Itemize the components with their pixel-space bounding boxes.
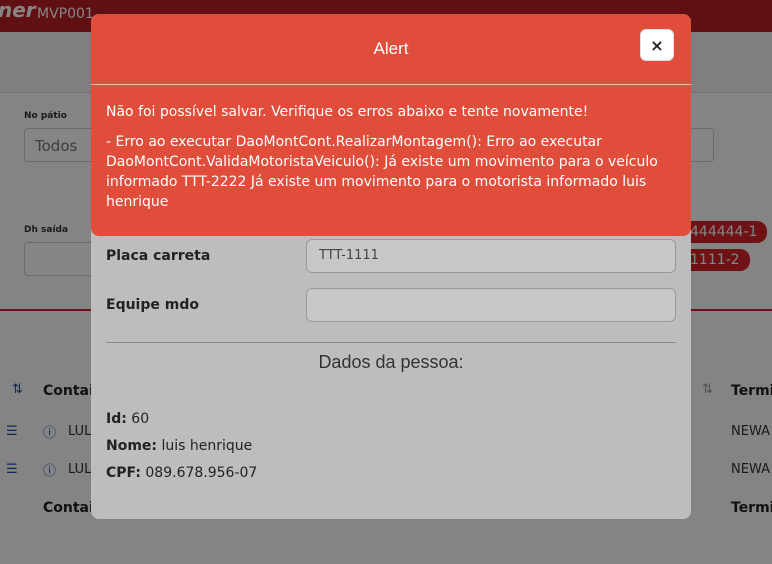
alert-title: Alert [373, 39, 409, 58]
close-icon: × [650, 35, 664, 55]
alert-divider [91, 84, 691, 85]
section-title: Dados da pessoa: [318, 352, 464, 372]
alert-box: Alert × Não foi possível salvar. Verifiq… [91, 14, 691, 236]
equipe-mdo-label: Equipe mdo [106, 297, 199, 313]
cpf-value: 089.678.956-07 [145, 465, 258, 481]
name-label: Nome: [106, 438, 158, 454]
placa-carreta-label: Placa carreta [106, 248, 211, 264]
close-button[interactable]: × [640, 29, 674, 61]
person-id: Id: 60 [106, 411, 149, 427]
name-value: luis henrique [161, 438, 253, 454]
id-label: Id: [106, 411, 127, 427]
person-cpf: CPF: 089.678.956-07 [106, 465, 257, 481]
equipe-mdo-input[interactable] [306, 288, 676, 322]
id-value: 60 [131, 411, 150, 427]
cpf-label: CPF: [106, 465, 141, 481]
person-name: Nome: luis henrique [106, 438, 252, 454]
placa-carreta-input[interactable]: TTT-1111 [306, 239, 676, 273]
alert-detail: - Erro ao executar DaoMontCont.RealizarM… [106, 134, 658, 210]
alert-message: Não foi possível salvar. Verifique os er… [106, 104, 589, 120]
section-divider [106, 342, 676, 343]
alert-modal: Alert × Não foi possível salvar. Verifiq… [91, 14, 691, 519]
